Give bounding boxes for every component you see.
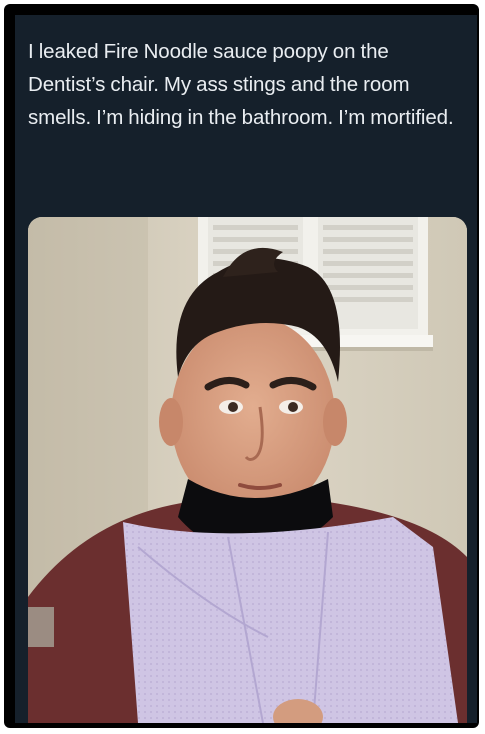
dental-bib — [123, 517, 458, 723]
tweet-text: I leaked Fire Noodle sauce poopy on the … — [28, 40, 454, 129]
screenshot-frame: I leaked Fire Noodle sauce poopy on the … — [4, 4, 479, 728]
tweet-card: I leaked Fire Noodle sauce poopy on the … — [15, 15, 477, 723]
tweet-photo[interactable] — [28, 217, 467, 723]
